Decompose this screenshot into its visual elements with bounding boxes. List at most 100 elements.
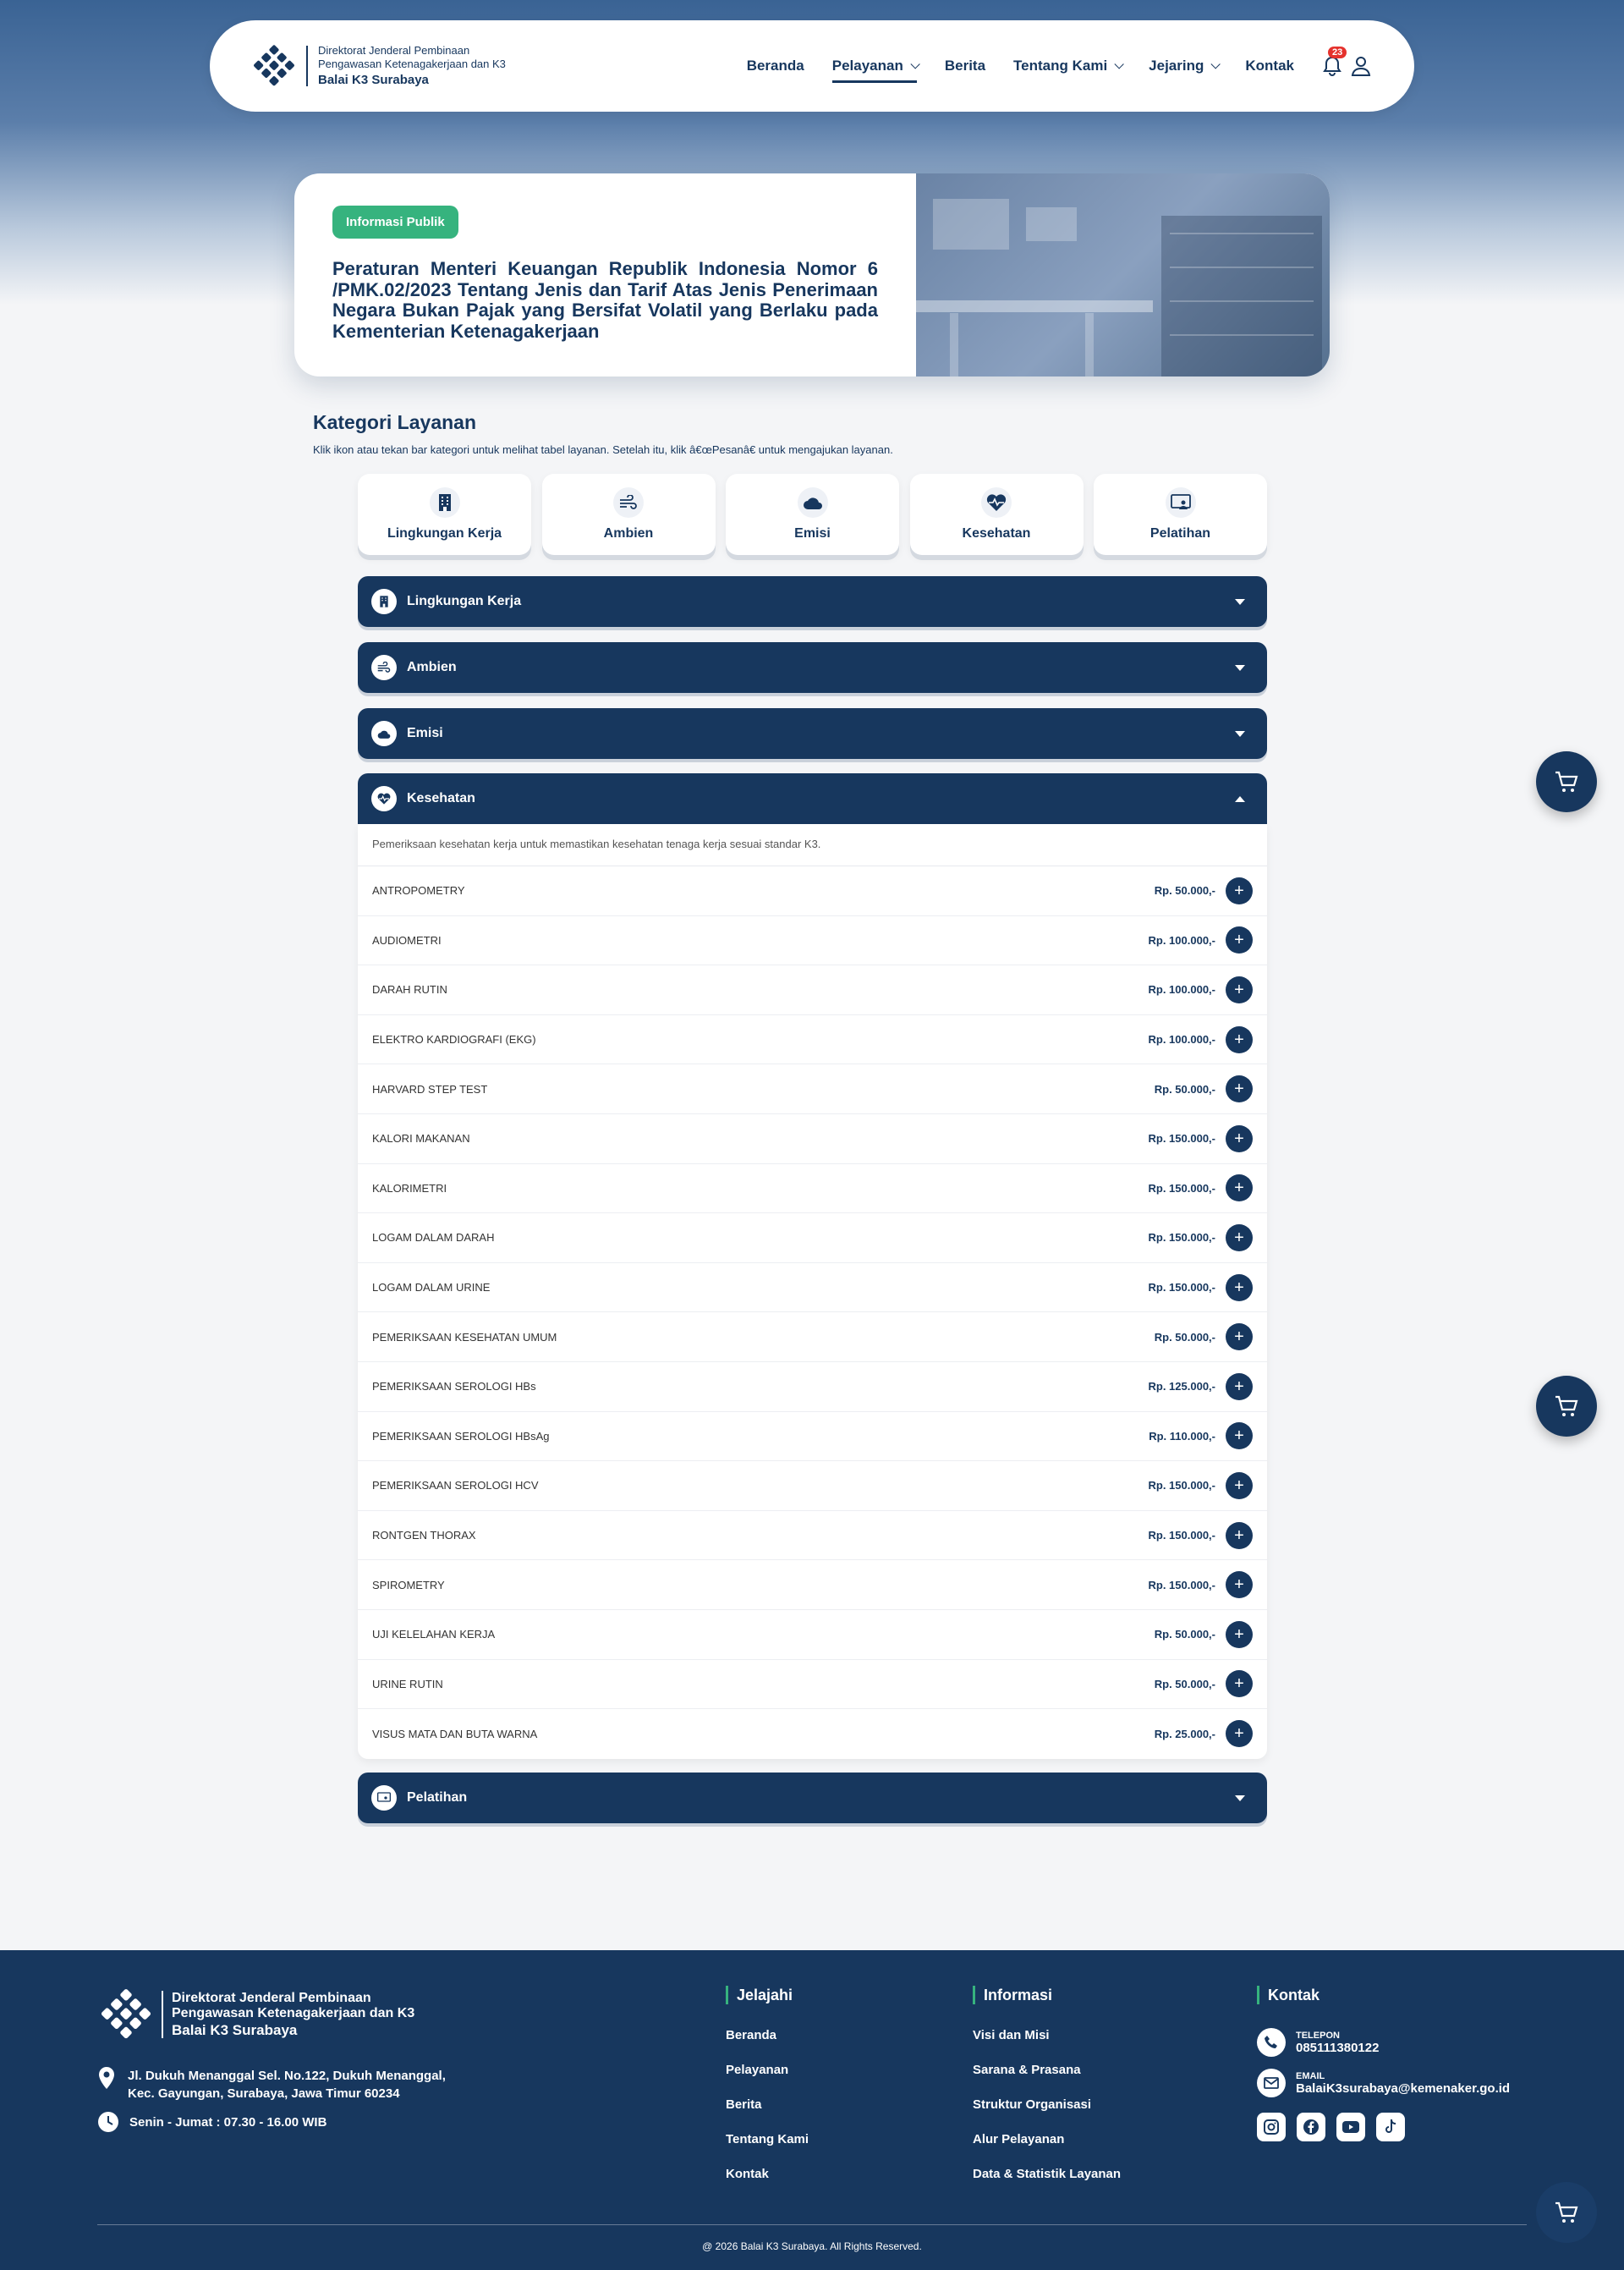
service-price: Rp. 50.000,- [1154,1330,1215,1344]
facebook-icon[interactable] [1297,2113,1325,2141]
add-to-cart-button[interactable]: + [1226,1025,1253,1053]
nav-pelayanan[interactable]: Pelayanan [831,58,920,83]
copyright: @ 2026 Balai K3 Surabaya. All Rights Res… [702,2240,922,2252]
add-to-cart-button[interactable]: + [1226,1124,1253,1152]
accordion-header-lingkungan-kerja[interactable]: Lingkungan Kerja [358,576,1267,627]
add-to-cart-button[interactable]: + [1226,1223,1253,1251]
footer-link-visi-misi[interactable]: Visi dan Misi [973,2028,1121,2042]
footer-cart-button[interactable] [1536,2182,1597,2243]
add-to-cart-button[interactable]: + [1226,1075,1253,1103]
footer-link-sarana-prasarana[interactable]: Sarana & Prasana [973,2063,1121,2077]
add-to-cart-button[interactable]: + [1226,1521,1253,1549]
accordion-kesehatan: Kesehatan Pemeriksaan kesehatan kerja un… [358,773,1267,1759]
add-to-cart-button[interactable]: + [1226,877,1253,904]
heartbeat-icon [377,793,391,805]
footer-link-struktur-organisasi[interactable]: Struktur Organisasi [973,2097,1121,2112]
nav-berita[interactable]: Berita [945,58,985,74]
accordion-description: Pemeriksaan kesehatan kerja untuk memast… [358,824,1267,866]
navbar: Direktorat Jenderal Pembinaan Pengawasan… [210,20,1414,112]
accordion-header-ambien[interactable]: Ambien [358,642,1267,693]
footer-link-alur-pelayanan[interactable]: Alur Pelayanan [973,2132,1121,2146]
footer-link-berita[interactable]: Berita [726,2097,809,2112]
footer-link-kontak[interactable]: Kontak [726,2167,809,2181]
add-to-cart-button[interactable]: + [1226,1323,1253,1351]
cart-icon [1555,2201,1578,2223]
user-icon[interactable] [1348,53,1374,79]
category-card-lingkungan-kerja[interactable]: Lingkungan Kerja [358,474,531,555]
table-row: SPIROMETRY Rp. 150.000,- + [358,1560,1267,1610]
category-card-kesehatan[interactable]: Kesehatan [909,474,1084,555]
accordion-header-emisi[interactable]: Emisi [358,708,1267,759]
building-icon [380,596,388,607]
notification-button[interactable]: 23 [1320,47,1347,79]
footer-brand-divider [162,1991,163,2038]
service-price: Rp. 150.000,- [1148,1231,1216,1245]
address-line-2: Kec. Gayungan, Surabaya, Jawa Timur 6023… [128,2086,400,2101]
footer-link-data-statistik[interactable]: Data & Statistik Layanan [973,2167,1121,2181]
footer-link-tentang-kami[interactable]: Tentang Kami [726,2132,809,2146]
service-price: Rp. 25.000,- [1154,1727,1215,1740]
floating-cart-button[interactable] [1536,751,1597,812]
nav-beranda[interactable]: Beranda [747,58,804,74]
add-to-cart-button[interactable]: + [1226,926,1253,954]
nav-jejaring[interactable]: Jejaring [1149,58,1221,74]
table-row: KALORIMETRI Rp. 150.000,- + [358,1164,1267,1214]
accordion-title: Kesehatan [407,791,475,805]
caret-down-icon [1235,730,1245,737]
footer-phone[interactable]: TELEPON 085111380122 [1257,2028,1510,2057]
footer-brand[interactable]: Direktorat Jenderal Pembinaan Pengawasan… [97,1986,414,2043]
add-to-cart-button[interactable]: + [1226,1273,1253,1301]
footer-link-pelayanan[interactable]: Pelayanan [726,2063,809,2077]
caret-up-icon [1235,795,1245,802]
youtube-icon[interactable] [1336,2113,1365,2141]
accordion-title: Emisi [407,726,443,740]
hours-text: Senin - Jumat : 07.30 - 16.00 WIB [129,2114,327,2130]
service-name: PEMERIKSAAN KESEHATAN UMUM [372,1330,557,1344]
accordion-header-pelatihan[interactable]: Pelatihan [358,1773,1267,1823]
brand[interactable]: Direktorat Jenderal Pembinaan Pengawasan… [250,42,506,90]
service-name: LOGAM DALAM URINE [372,1281,491,1294]
table-row: PEMERIKSAAN SEROLOGI HBsAg Rp. 110.000,- + [358,1412,1267,1462]
tiktok-icon[interactable] [1376,2113,1405,2141]
add-to-cart-button[interactable]: + [1226,1174,1253,1202]
table-row: RONTGEN THORAX Rp. 150.000,- + [358,1511,1267,1561]
category-card-emisi[interactable]: Emisi [726,474,899,555]
nav-tentang-kami[interactable]: Tentang Kami [1013,58,1124,74]
footer-kontak-title: Kontak [1257,1986,1510,2004]
nav-menu: Beranda Pelayanan Berita Tentang Kami Je… [719,58,1294,83]
footer-jelajahi-title: Jelajahi [726,1986,809,2004]
footer-link-beranda[interactable]: Beranda [726,2028,809,2042]
service-name: AUDIOMETRI [372,933,442,947]
kategori-subtitle: Klik ikon atau tekan bar kategori untuk … [313,443,893,456]
service-name: ANTROPOMETRY [372,884,465,898]
table-row: KALORI MAKANAN Rp. 150.000,- + [358,1114,1267,1164]
add-to-cart-button[interactable]: + [1226,1422,1253,1450]
hero-card[interactable]: Informasi Publik Peraturan Menteri Keuan… [294,173,1330,377]
table-row: ANTROPOMETRY Rp. 50.000,- + [358,866,1267,916]
category-card-pelatihan[interactable]: Pelatihan [1094,474,1267,555]
chevron-down-icon [1114,59,1124,69]
caret-down-icon [1235,598,1245,605]
table-row: PEMERIKSAAN KESEHATAN UMUM Rp. 50.000,- + [358,1312,1267,1362]
nav-kontak[interactable]: Kontak [1245,58,1294,74]
phone-label: TELEPON [1296,2030,1340,2041]
add-to-cart-button[interactable]: + [1226,1471,1253,1499]
add-to-cart-button[interactable]: + [1226,1372,1253,1400]
floating-cart-button[interactable] [1536,1376,1597,1437]
category-card-label: Ambien [603,526,654,541]
table-row: URINE RUTIN Rp. 50.000,- + [358,1660,1267,1710]
accordion-header-kesehatan[interactable]: Kesehatan [358,773,1267,824]
add-to-cart-button[interactable]: + [1226,1670,1253,1698]
service-name: SPIROMETRY [372,1578,445,1591]
add-to-cart-button[interactable]: + [1226,976,1253,1003]
instagram-icon[interactable] [1257,2113,1286,2141]
training-icon [1170,494,1191,509]
add-to-cart-button[interactable]: + [1226,1720,1253,1748]
footer-email[interactable]: EMAIL BalaiK3surabaya@kemenaker.go.id [1257,2069,1510,2097]
service-price: Rp. 150.000,- [1148,1181,1216,1195]
add-to-cart-button[interactable]: + [1226,1620,1253,1648]
category-card-ambien[interactable]: Ambien [541,474,716,555]
add-to-cart-button[interactable]: + [1226,1571,1253,1599]
table-row: PEMERIKSAAN SEROLOGI HBs Rp. 125.000,- + [358,1362,1267,1412]
footer-brand-line-2: Pengawasan Ketenagakerjaan dan K3 [172,2006,415,2021]
